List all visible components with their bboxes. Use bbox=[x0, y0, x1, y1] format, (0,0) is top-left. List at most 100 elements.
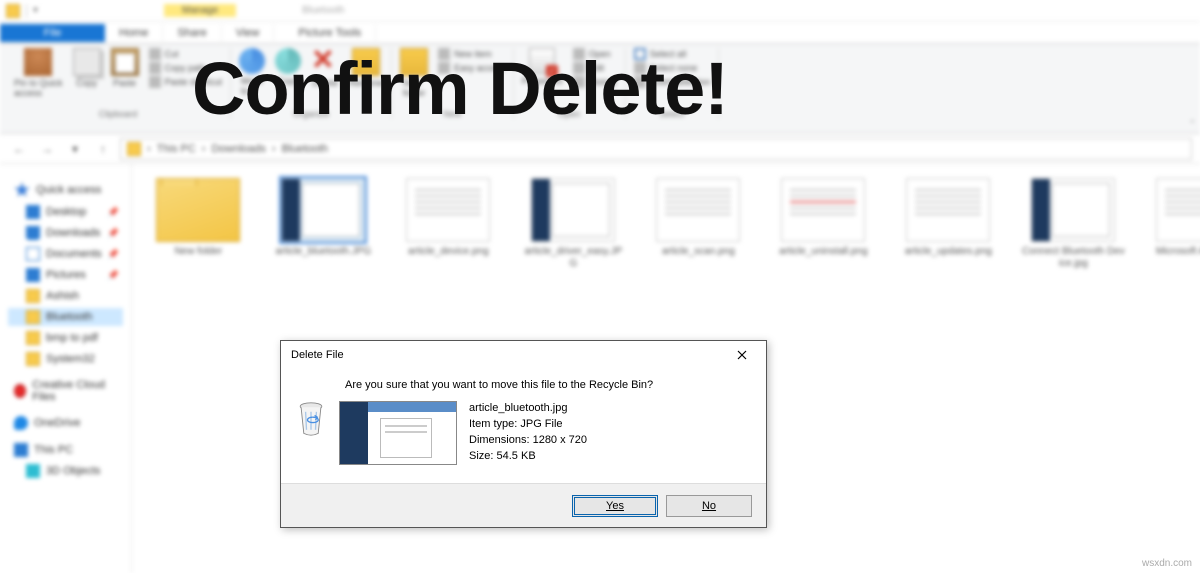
sidebar-item-3d-objects[interactable]: 3D Objects bbox=[8, 462, 123, 480]
recycle-bin-icon bbox=[295, 401, 327, 437]
sidebar-item-ashish[interactable]: Ashish bbox=[8, 287, 123, 305]
sidebar-creative-cloud[interactable]: Creative Cloud Files bbox=[8, 377, 123, 405]
file-item[interactable]: article_updates.png bbox=[896, 178, 1001, 258]
copy-button[interactable]: Copy bbox=[73, 48, 101, 88]
folder-icon bbox=[26, 289, 40, 303]
sidebar-item-bmp[interactable]: bmp to pdf bbox=[8, 329, 123, 347]
file-name: Microsoft Apps.png bbox=[1156, 246, 1200, 258]
sidebar-item-downloads[interactable]: Downloads📌 bbox=[8, 224, 123, 242]
cc-icon bbox=[14, 384, 26, 398]
file-item[interactable]: article_device.png bbox=[396, 178, 501, 258]
qa-toolbar: ▾ bbox=[33, 5, 38, 16]
file-type: Item type: JPG File bbox=[469, 417, 587, 432]
delete-file-dialog: Delete File Are you sure that you want t… bbox=[280, 340, 767, 528]
pictures-icon bbox=[26, 268, 40, 282]
cut-icon bbox=[149, 48, 161, 60]
dialog-titlebar: Delete File bbox=[281, 341, 766, 369]
image-thumbnail bbox=[1031, 178, 1115, 242]
pin-quick-access-button[interactable]: Pin to Quick access bbox=[14, 48, 63, 98]
file-item[interactable]: article_uninstall.png bbox=[771, 178, 876, 258]
file-name: article_scan.png bbox=[662, 246, 735, 258]
path-icon bbox=[149, 62, 161, 74]
close-icon bbox=[737, 350, 747, 360]
no-button[interactable]: No bbox=[666, 495, 752, 517]
image-thumbnail bbox=[906, 178, 990, 242]
tab-home[interactable]: Home bbox=[105, 24, 163, 42]
pin-icon: 📌 bbox=[108, 207, 119, 218]
file-name: article_bluetooth.jpg bbox=[469, 401, 587, 416]
folder-icon bbox=[26, 331, 40, 345]
nav-forward-button[interactable]: → bbox=[36, 138, 58, 160]
file-preview-thumbnail bbox=[339, 401, 457, 465]
objects-icon bbox=[26, 464, 40, 478]
tab-file[interactable]: File bbox=[0, 24, 105, 42]
file-name: article_device.png bbox=[408, 246, 489, 258]
file-metadata: article_bluetooth.jpg Item type: JPG Fil… bbox=[469, 401, 587, 463]
file-item[interactable]: article_scan.png bbox=[646, 178, 751, 258]
crumb-downloads[interactable]: Downloads bbox=[211, 143, 265, 155]
divider bbox=[26, 4, 27, 18]
onedrive-icon bbox=[14, 416, 28, 430]
image-thumbnail bbox=[1156, 178, 1200, 242]
tab-view[interactable]: View bbox=[222, 24, 275, 42]
file-item[interactable]: New folder bbox=[146, 178, 251, 258]
close-button[interactable] bbox=[722, 341, 762, 369]
file-name: article_bluetooth.JPG bbox=[276, 246, 372, 258]
dialog-content: article_bluetooth.jpg Item type: JPG Fil… bbox=[295, 401, 752, 465]
sidebar-item-desktop[interactable]: Desktop📌 bbox=[8, 203, 123, 221]
tab-share[interactable]: Share bbox=[163, 24, 221, 42]
sidebar-item-bluetooth[interactable]: Bluetooth bbox=[8, 308, 123, 326]
nav-back-button[interactable]: ← bbox=[8, 138, 30, 160]
sidebar-quick-access[interactable]: Quick access bbox=[8, 180, 123, 200]
yes-button[interactable]: Yes bbox=[572, 495, 658, 517]
folder-icon bbox=[26, 310, 40, 324]
sidebar-onedrive[interactable]: OneDrive bbox=[8, 414, 123, 432]
group-label: Clipboard bbox=[99, 109, 138, 119]
pin-icon: 📌 bbox=[108, 249, 119, 260]
file-item[interactable]: article_driver_easy.JPG bbox=[521, 178, 626, 270]
tab-picture-tools[interactable]: Picture Tools bbox=[284, 24, 376, 42]
manage-context-tab: Manage bbox=[164, 4, 236, 17]
sidebar-item-documents[interactable]: Documents📌 bbox=[8, 245, 123, 263]
folder-icon bbox=[26, 352, 40, 366]
file-name: article_driver_easy.JPG bbox=[521, 246, 626, 270]
image-thumbnail bbox=[656, 178, 740, 242]
watermark: wsxdn.com bbox=[1142, 558, 1192, 569]
crumb-pc[interactable]: This PC bbox=[157, 143, 196, 155]
image-thumbnail bbox=[406, 178, 490, 242]
shortcut-icon bbox=[149, 76, 161, 88]
folder-icon bbox=[156, 178, 240, 242]
crumb-bluetooth[interactable]: Bluetooth bbox=[282, 143, 328, 155]
navigation-sidebar: Quick access Desktop📌 Downloads📌 Documen… bbox=[0, 164, 132, 573]
nav-up-button[interactable]: ↑ bbox=[92, 138, 114, 160]
paste-button[interactable]: Paste bbox=[111, 48, 139, 88]
downloads-icon bbox=[26, 226, 40, 240]
pin-icon: 📌 bbox=[108, 270, 119, 281]
collapse-ribbon-button[interactable]: ˇ bbox=[1191, 120, 1194, 131]
image-thumbnail bbox=[281, 178, 365, 242]
sidebar-this-pc[interactable]: This PC bbox=[8, 441, 123, 459]
file-name: New folder bbox=[174, 246, 222, 258]
nav-history-button[interactable]: ▾ bbox=[64, 138, 86, 160]
folder-icon bbox=[127, 142, 141, 156]
file-name: article_uninstall.png bbox=[779, 246, 867, 258]
sidebar-item-pictures[interactable]: Pictures📌 bbox=[8, 266, 123, 284]
file-item[interactable]: Connect Bluetooth Device.jpg bbox=[1021, 178, 1126, 270]
copy-icon bbox=[73, 48, 101, 76]
image-thumbnail bbox=[531, 178, 615, 242]
context-title: Bluetooth bbox=[302, 5, 344, 16]
file-item[interactable]: Microsoft Apps.png bbox=[1146, 178, 1200, 258]
file-name: article_updates.png bbox=[905, 246, 992, 258]
file-name: Connect Bluetooth Device.jpg bbox=[1021, 246, 1126, 270]
desktop-icon bbox=[26, 205, 40, 219]
file-size: Size: 54.5 KB bbox=[469, 449, 587, 464]
ribbon-tabs: File Home Share View Picture Tools bbox=[0, 22, 1200, 44]
dialog-footer: Yes No bbox=[281, 483, 766, 527]
breadcrumb[interactable]: › This PC › Downloads › Bluetooth bbox=[120, 138, 1192, 160]
file-dimensions: Dimensions: 1280 x 720 bbox=[469, 433, 587, 448]
dialog-title: Delete File bbox=[291, 349, 344, 361]
dialog-question: Are you sure that you want to move this … bbox=[345, 379, 752, 391]
file-item[interactable]: article_bluetooth.JPG bbox=[271, 178, 376, 258]
pin-icon bbox=[24, 48, 52, 76]
sidebar-item-system32[interactable]: System32 bbox=[8, 350, 123, 368]
